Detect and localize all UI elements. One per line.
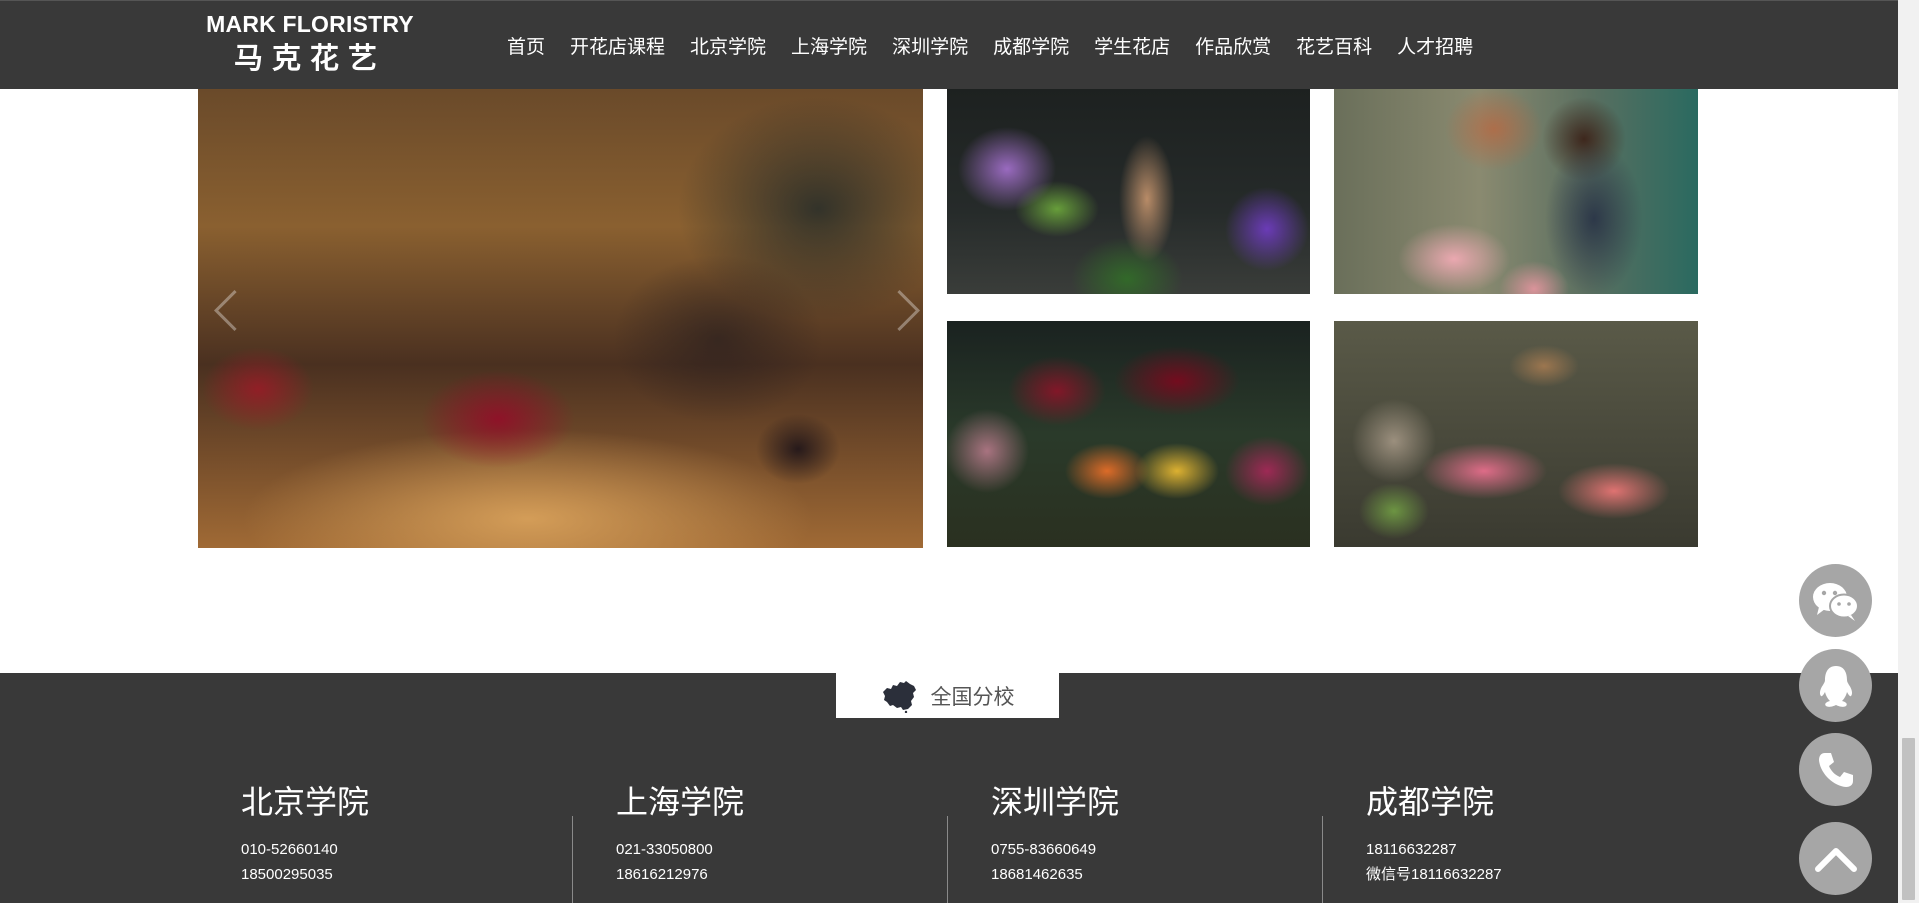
- phone-button[interactable]: [1799, 733, 1872, 806]
- arrow-up-icon: [1814, 847, 1857, 872]
- qq-icon: [1819, 665, 1852, 707]
- scrollbar-thumb[interactable]: [1902, 738, 1915, 900]
- campus-shenzhen: 深圳学院 0755-83660649 18681462635: [991, 780, 1119, 887]
- nav-item-beijing[interactable]: 北京学院: [690, 32, 766, 59]
- nav-item-home[interactable]: 首页: [507, 32, 545, 59]
- china-map-icon: [882, 680, 916, 713]
- nav-item-careers[interactable]: 人才招聘: [1397, 32, 1473, 59]
- campus-mobile: 18681462635: [991, 866, 1083, 883]
- campus-name: 北京学院: [241, 783, 370, 821]
- campus-beijing: 北京学院 010-52660140 18500295035: [241, 780, 369, 887]
- phone-icon: [1818, 752, 1853, 787]
- logo-text-cn: 马克花艺: [233, 41, 386, 75]
- campus-mobile: 18500295035: [241, 866, 333, 883]
- footer-divider: [1322, 816, 1323, 903]
- branch-tab-label: 全国分校: [930, 684, 1015, 709]
- wechat-button[interactable]: [1799, 564, 1872, 637]
- nav-item-encyclopedia[interactable]: 花艺百科: [1296, 32, 1372, 59]
- carousel-main-photo[interactable]: [198, 89, 923, 548]
- gallery-photo-4[interactable]: [1334, 321, 1698, 547]
- back-to-top-button[interactable]: [1799, 822, 1872, 895]
- campus-name: 成都学院: [1366, 783, 1495, 821]
- footer-divider: [947, 816, 948, 903]
- logo[interactable]: MARK FLORISTRY 马克花艺: [197, 11, 423, 76]
- campus-phone: 0755-83660649: [991, 841, 1097, 858]
- campus-wechat: 微信号18116632287: [1366, 866, 1502, 883]
- campus-shanghai: 上海学院 021-33050800 18616212976: [616, 780, 744, 887]
- footer-divider: [572, 816, 573, 903]
- gallery-photo-3[interactable]: [947, 321, 1310, 547]
- nav-item-shenzhen[interactable]: 深圳学院: [892, 32, 968, 59]
- nav-item-shop-course[interactable]: 开花店课程: [570, 32, 665, 59]
- campus-phone: 021-33050800: [616, 841, 713, 858]
- page-scrollbar[interactable]: [1898, 0, 1919, 903]
- nav-item-chengdu[interactable]: 成都学院: [993, 32, 1069, 59]
- nav-item-student-shop[interactable]: 学生花店: [1094, 32, 1170, 59]
- nav-item-works[interactable]: 作品欣赏: [1195, 32, 1271, 59]
- logo-text-en: MARK FLORISTRY: [206, 11, 414, 37]
- branch-tab: 全国分校: [836, 673, 1059, 718]
- main-nav: 首页 开花店课程 北京学院 上海学院 深圳学院 成都学院 学生花店 作品欣赏 花…: [507, 1, 1498, 90]
- campus-phone: 18116632287: [1366, 841, 1457, 858]
- campus-phone: 010-52660140: [241, 841, 338, 858]
- wechat-icon: [1812, 582, 1859, 621]
- campus-name: 上海学院: [616, 783, 745, 821]
- nav-item-shanghai[interactable]: 上海学院: [791, 32, 867, 59]
- campus-mobile: 18616212976: [616, 866, 708, 883]
- gallery-photo-1[interactable]: [947, 89, 1310, 294]
- qq-button[interactable]: [1799, 649, 1872, 722]
- gallery-photo-2[interactable]: [1334, 89, 1698, 294]
- site-header: MARK FLORISTRY 马克花艺 首页 开花店课程 北京学院 上海学院 深…: [0, 0, 1898, 89]
- campus-chengdu: 成都学院 18116632287 微信号18116632287: [1366, 780, 1502, 887]
- campus-name: 深圳学院: [991, 783, 1120, 821]
